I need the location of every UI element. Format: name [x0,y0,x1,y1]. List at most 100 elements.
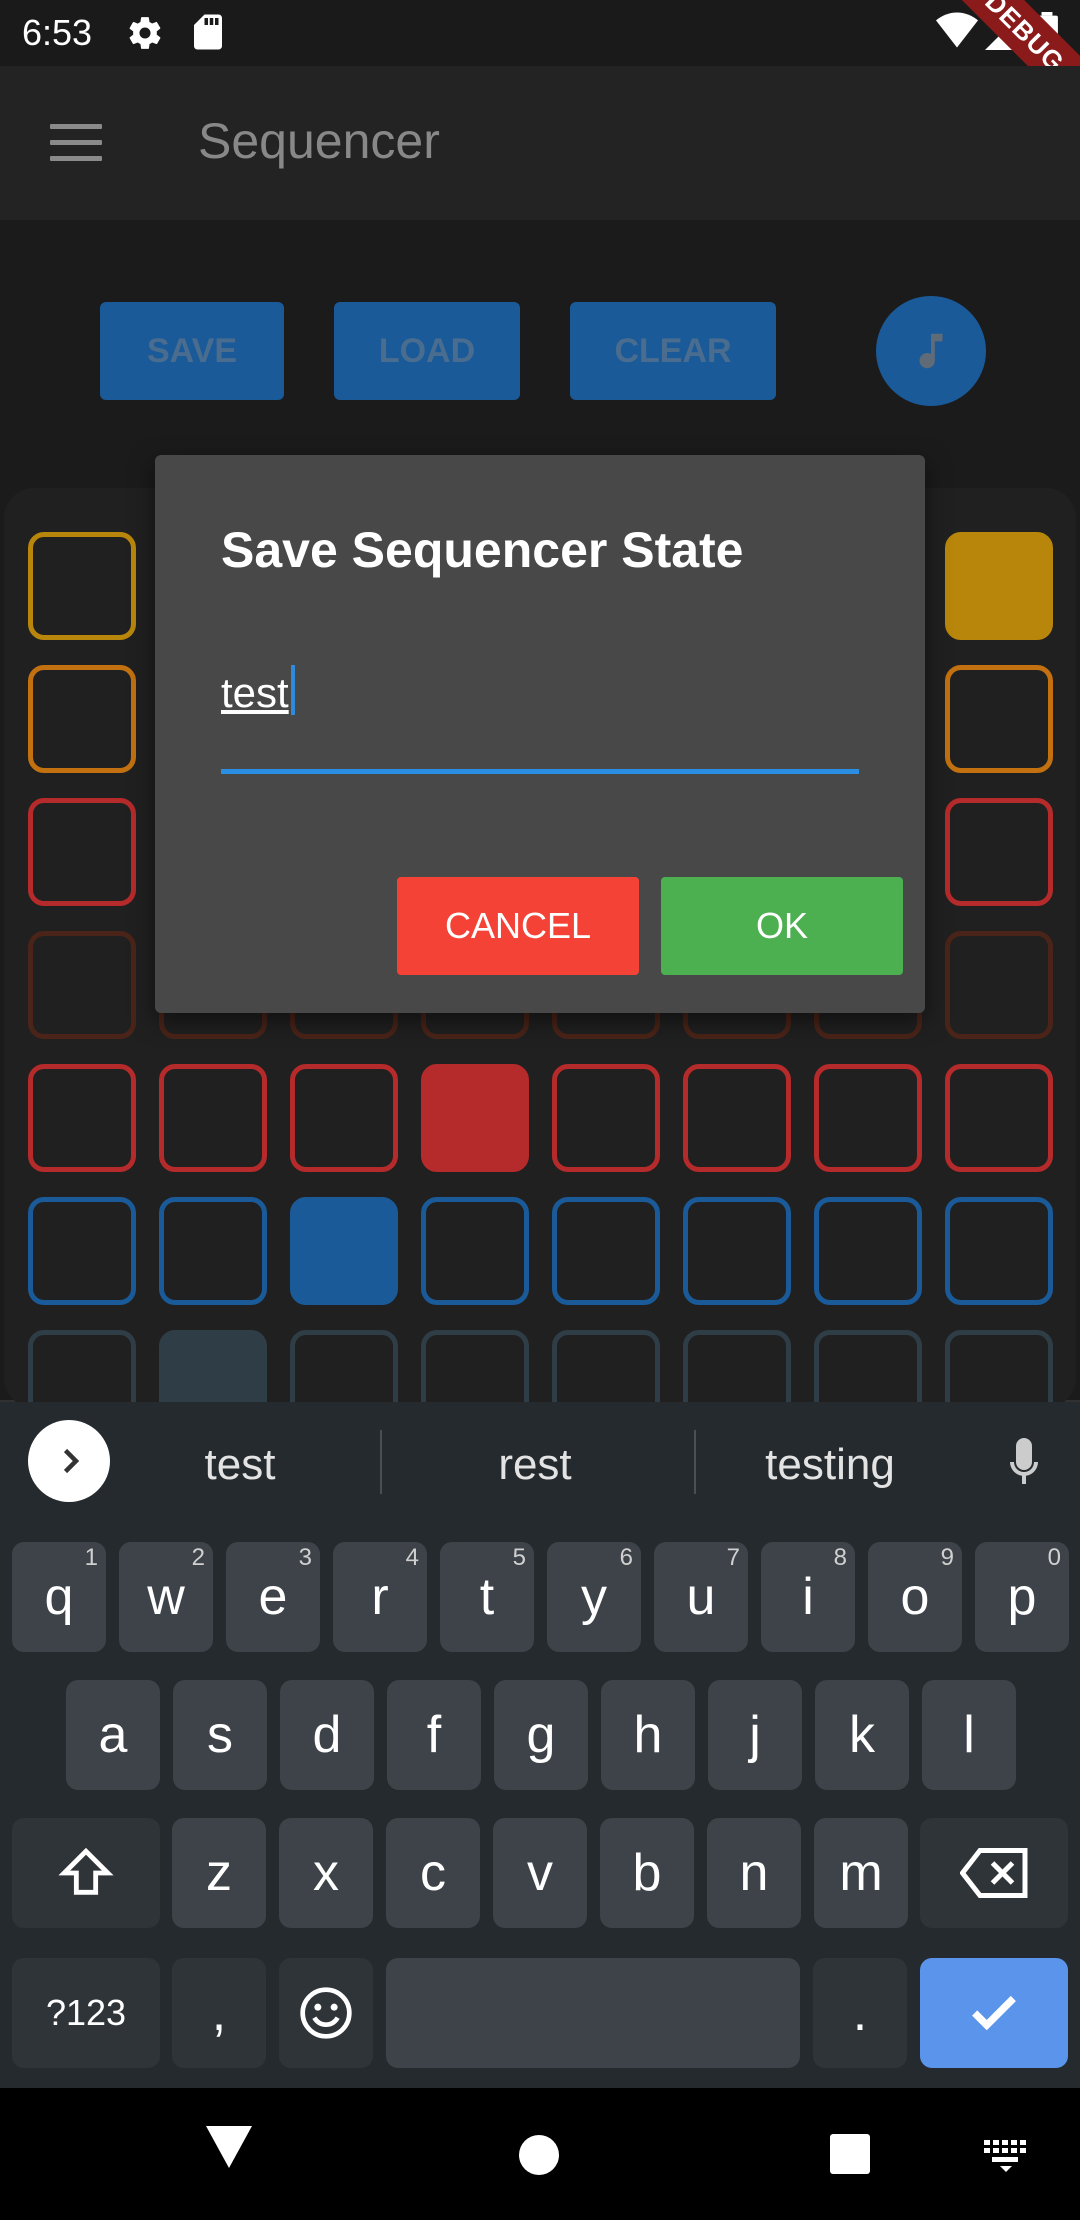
symbols-key[interactable]: ?123 [12,1958,160,2068]
key-label: e [258,1568,288,1626]
key-l[interactable]: l [922,1680,1016,1790]
grid-cell[interactable] [28,931,136,1039]
space-key[interactable] [386,1958,800,2068]
text-caret [290,665,295,715]
grid-cell[interactable] [159,1197,267,1305]
key-y[interactable]: y6 [547,1542,641,1652]
key-x[interactable]: x [279,1818,373,1928]
suggestion-divider [694,1430,696,1494]
key-j[interactable]: j [708,1680,802,1790]
suggestion-2[interactable]: rest [440,1440,630,1490]
key-label: n [739,1844,769,1902]
state-name-input[interactable]: test [221,665,859,731]
grid-cell[interactable] [552,1064,660,1172]
key-label: g [526,1706,556,1764]
ok-button[interactable]: OK [661,877,903,975]
home-circle-icon[interactable] [518,2134,560,2176]
key-q[interactable]: q1 [12,1542,106,1652]
shift-icon [58,1847,114,1895]
key-m[interactable]: m [814,1818,908,1928]
suggestion-expand-button[interactable] [28,1420,110,1502]
app-title: Sequencer [198,113,440,169]
recents-square-icon[interactable] [830,2134,870,2174]
key-label: w [147,1568,185,1626]
grid-cell[interactable] [945,665,1053,773]
grid-cell[interactable] [28,665,136,773]
grid-cell[interactable] [945,1197,1053,1305]
key-label: o [900,1568,930,1626]
suggestion-3[interactable]: testing [730,1440,930,1490]
key-label: k [849,1706,875,1764]
key-g[interactable]: g [494,1680,588,1790]
key-s[interactable]: s [173,1680,267,1790]
dialog-title: Save Sequencer State [221,522,744,578]
cancel-button[interactable]: CANCEL [397,877,639,975]
grid-cell[interactable] [28,1064,136,1172]
key-p[interactable]: p0 [975,1542,1069,1652]
key-n[interactable]: n [707,1818,801,1928]
key-h[interactable]: h [601,1680,695,1790]
key-v[interactable]: v [493,1818,587,1928]
suggestion-bar: test rest testing [0,1402,1080,1524]
key-z[interactable]: z [172,1818,266,1928]
grid-cell[interactable] [814,1064,922,1172]
emoji-icon [300,1987,352,2039]
key-label: , [211,1984,227,2042]
suggestion-1[interactable]: test [160,1440,320,1490]
key-k[interactable]: k [815,1680,909,1790]
grid-cell[interactable] [945,798,1053,906]
load-button[interactable]: LOAD [334,302,520,400]
key-a[interactable]: a [66,1680,160,1790]
backspace-icon [960,1848,1028,1898]
key-hint: 8 [833,1544,847,1571]
grid-cell[interactable] [814,1197,922,1305]
grid-cell[interactable] [290,1197,398,1305]
grid-cell[interactable] [290,1064,398,1172]
key-i[interactable]: i8 [761,1542,855,1652]
emoji-key[interactable] [279,1958,373,2068]
soft-keyboard: test rest testing q1w2e3r4t5y6u7i8o9p0as… [0,1402,1080,2088]
backspace-key[interactable] [920,1818,1068,1928]
key-c[interactable]: c [386,1818,480,1928]
key-label: f [426,1706,442,1764]
key-d[interactable]: d [280,1680,374,1790]
key-label: . [852,1984,868,2042]
grid-cell[interactable] [421,1197,529,1305]
key-b[interactable]: b [600,1818,694,1928]
grid-cell[interactable] [28,798,136,906]
clear-button[interactable]: CLEAR [570,302,776,400]
keyboard-switch-icon[interactable] [984,2140,1028,2172]
key-label: b [632,1844,662,1902]
comma-key[interactable]: , [172,1958,266,2068]
key-label: x [313,1844,339,1902]
save-button[interactable]: SAVE [100,302,284,400]
key-t[interactable]: t5 [440,1542,534,1652]
grid-cell[interactable] [945,532,1053,640]
grid-cell[interactable] [683,1064,791,1172]
back-triangle-icon[interactable] [206,2126,252,2168]
play-sound-button[interactable] [876,296,986,406]
grid-cell[interactable] [945,931,1053,1039]
key-label: t [479,1568,495,1626]
microphone-icon[interactable] [1000,1436,1048,1492]
grid-cell[interactable] [552,1197,660,1305]
grid-cell[interactable] [683,1197,791,1305]
shift-key[interactable] [12,1818,160,1928]
key-hint: 2 [191,1544,205,1571]
grid-cell[interactable] [945,1064,1053,1172]
key-w[interactable]: w2 [119,1542,213,1652]
key-label: d [312,1706,342,1764]
key-e[interactable]: e3 [226,1542,320,1652]
enter-key[interactable] [920,1958,1068,2068]
grid-cell[interactable] [421,1064,529,1172]
grid-cell[interactable] [159,1064,267,1172]
grid-cell[interactable] [28,532,136,640]
suggestion-divider [380,1430,382,1494]
key-r[interactable]: r4 [333,1542,427,1652]
key-f[interactable]: f [387,1680,481,1790]
menu-icon[interactable] [50,124,102,164]
grid-cell[interactable] [28,1197,136,1305]
key-o[interactable]: o9 [868,1542,962,1652]
period-key[interactable]: . [813,1958,907,2068]
key-u[interactable]: u7 [654,1542,748,1652]
